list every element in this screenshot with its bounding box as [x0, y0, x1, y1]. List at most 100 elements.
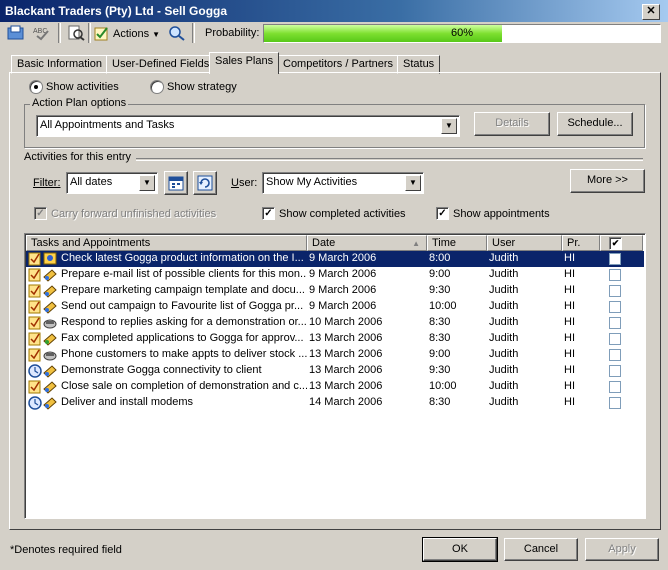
task-cell: Check latest Gogga product information o…: [61, 252, 304, 264]
user-select[interactable]: Show My Activities ▼: [262, 172, 424, 194]
table-row[interactable]: Demonstrate Gogga connectivity to client…: [26, 363, 644, 379]
column-header-date-label: Date: [312, 237, 336, 249]
task-cell: Fax completed applications to Gogga for …: [61, 332, 304, 344]
user-cell: Judith: [489, 364, 519, 376]
more-button[interactable]: More >>: [570, 169, 645, 193]
task-info-icon: [28, 252, 57, 266]
completed-checkbox[interactable]: [609, 397, 621, 409]
refresh-button[interactable]: [193, 171, 217, 195]
user-cell: Judith: [489, 284, 519, 296]
action-plan-value: All Appointments and Tasks: [40, 119, 175, 131]
table-row[interactable]: Send out campaign to Favourite list of G…: [26, 299, 644, 315]
completed-checkbox[interactable]: [609, 301, 621, 313]
table-row[interactable]: Close sale on completion of demonstratio…: [26, 379, 644, 395]
table-row[interactable]: Prepare marketing campaign template and …: [26, 283, 644, 299]
chevron-down-icon[interactable]: ▼: [441, 118, 457, 134]
table-row[interactable]: Check latest Gogga product information o…: [26, 251, 644, 267]
action-plan-select[interactable]: All Appointments and Tasks ▼: [36, 115, 460, 137]
show-appointments-checkbox[interactable]: ✓: [436, 207, 449, 220]
calendar-filter-button[interactable]: [164, 171, 188, 195]
lookup-icon[interactable]: [167, 23, 187, 43]
column-header-time[interactable]: Time: [427, 235, 487, 251]
completed-checkbox[interactable]: [609, 333, 621, 345]
user-label: User:: [231, 177, 258, 189]
date-cell: 9 March 2006: [309, 300, 377, 312]
task-email-icon: [28, 380, 57, 394]
show-activities-label: Show activities: [46, 81, 119, 93]
details-button[interactable]: Details: [474, 112, 550, 136]
user-cell: Judith: [489, 268, 519, 280]
show-strategy-radio[interactable]: [150, 80, 164, 94]
user-cell: Judith: [489, 380, 519, 392]
toolbar-separator: [88, 23, 91, 43]
actions-menu-button[interactable]: Actions ▼: [94, 25, 160, 43]
column-header-date[interactable]: Date ▲: [307, 235, 427, 251]
table-row[interactable]: Phone customers to make appts to deliver…: [26, 347, 644, 363]
task-cell: Send out campaign to Favourite list of G…: [61, 300, 304, 312]
required-field-note: *Denotes required field: [10, 544, 122, 556]
spellcheck-icon[interactable]: ABC: [32, 23, 52, 43]
date-cell: 13 March 2006: [309, 364, 383, 376]
date-cell: 13 March 2006: [309, 332, 383, 344]
completed-checkbox[interactable]: [609, 381, 621, 393]
schedule-button[interactable]: Schedule...: [557, 112, 633, 136]
filter-select[interactable]: All dates ▼: [66, 172, 158, 194]
completed-checkbox[interactable]: [609, 365, 621, 377]
calendar-icon: [168, 176, 184, 191]
apply-button[interactable]: Apply: [585, 538, 659, 561]
title-bar: Blackant Traders (Pty) Ltd - Sell Gogga …: [0, 0, 668, 22]
chevron-down-icon[interactable]: ▼: [405, 175, 421, 191]
activities-section-label: Activities for this entry: [24, 151, 131, 163]
column-header-tasks[interactable]: Tasks and Appointments: [26, 235, 307, 251]
probability-value: 60%: [450, 27, 474, 39]
priority-cell: HI: [564, 332, 575, 344]
activities-grid[interactable]: Tasks and Appointments Date ▲ Time User P…: [24, 233, 646, 519]
show-activities-radio[interactable]: [29, 80, 43, 94]
column-header-user[interactable]: User: [487, 235, 562, 251]
chevron-down-icon: ▼: [152, 29, 160, 39]
actions-label: Actions: [113, 28, 150, 40]
show-completed-checkbox[interactable]: ✓: [262, 207, 275, 220]
section-divider: [136, 158, 643, 161]
completed-checkbox[interactable]: [609, 253, 621, 265]
task-email-icon: [28, 300, 57, 314]
completed-checkbox[interactable]: [609, 349, 621, 361]
close-button[interactable]: ✕: [642, 4, 660, 20]
completed-checkbox[interactable]: [609, 285, 621, 297]
appointment-clock-icon: [28, 396, 57, 410]
task-cell: Demonstrate Gogga connectivity to client: [61, 364, 262, 376]
chevron-down-icon[interactable]: ▼: [139, 175, 155, 191]
time-cell: 8:30: [429, 316, 451, 328]
priority-cell: HI: [564, 284, 575, 296]
show-appointments-label: Show appointments: [453, 208, 550, 220]
task-cell: Prepare e-mail list of possible clients …: [61, 268, 307, 280]
cancel-button[interactable]: Cancel: [504, 538, 578, 561]
table-row[interactable]: Prepare e-mail list of possible clients …: [26, 267, 644, 283]
date-cell: 10 March 2006: [309, 316, 383, 328]
action-plan-group-label: Action Plan options: [30, 97, 129, 109]
completed-checkbox[interactable]: [609, 269, 621, 281]
carry-forward-checkbox[interactable]: ✓: [34, 207, 47, 220]
save-icon[interactable]: [6, 23, 26, 43]
user-cell: Judith: [489, 316, 519, 328]
time-cell: 8:00: [429, 252, 451, 264]
task-cell: Phone customers to make appts to deliver…: [61, 348, 307, 360]
table-row[interactable]: Fax completed applications to Gogga for …: [26, 331, 644, 347]
table-row[interactable]: Respond to replies asking for a demonstr…: [26, 315, 644, 331]
completed-header-checkbox[interactable]: ✔: [609, 237, 622, 250]
time-cell: 9:00: [429, 348, 451, 360]
task-phone-icon: [28, 316, 57, 330]
find-icon[interactable]: [66, 23, 86, 43]
user-cell: Judith: [489, 348, 519, 360]
user-cell: Judith: [489, 396, 519, 408]
column-header-completed[interactable]: ✔: [600, 235, 643, 251]
ok-button[interactable]: OK: [422, 537, 498, 562]
completed-checkbox[interactable]: [609, 317, 621, 329]
toolbar-separator: [58, 23, 61, 43]
table-row[interactable]: Deliver and install modems 14 March 2006 8…: [26, 395, 644, 411]
tab-sales-plans[interactable]: Sales Plans: [209, 52, 280, 74]
time-cell: 9:30: [429, 364, 451, 376]
task-cell: Close sale on completion of demonstratio…: [61, 380, 307, 392]
time-cell: 10:00: [429, 300, 457, 312]
column-header-priority[interactable]: Pr.: [562, 235, 600, 251]
